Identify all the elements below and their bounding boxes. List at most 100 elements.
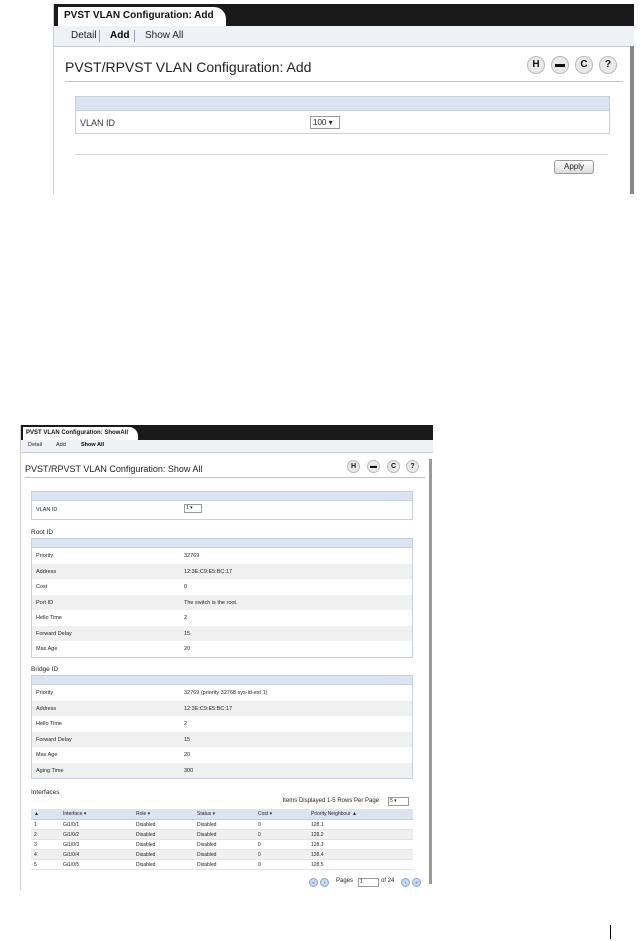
row-value: The switch is the root. xyxy=(184,599,238,606)
nav-detail[interactable]: Detail xyxy=(28,442,42,448)
cell: 0 xyxy=(255,839,308,850)
root-row-hello-time: Hello Time 2 xyxy=(32,610,412,626)
cell: 3 xyxy=(31,839,60,850)
cell: 0 xyxy=(255,819,308,830)
col-priority-neighbour[interactable]: Priority.Neighbour ▲ xyxy=(308,809,413,820)
refresh-icon[interactable]: C xyxy=(575,56,593,74)
bridge-id-box: Priority 32769 (priority 32768 sys-id-ext… xyxy=(31,675,413,779)
help-icon[interactable]: ? xyxy=(406,460,419,473)
sub-nav: Detail Add Show All xyxy=(21,440,433,453)
row-key: Forward Delay xyxy=(36,736,72,743)
table-row[interactable]: 2 Gi1/0/2 Disabled Disabled 0 128.2 xyxy=(31,829,413,840)
help-icon[interactable]: ? xyxy=(599,56,617,74)
scrollbar[interactable] xyxy=(630,46,634,194)
table-row[interactable]: 5 Gi1/0/5 Disabled Disabled 0 128.5 xyxy=(31,859,413,870)
bridge-row-priority: Priority 32769 (priority 32768 sys-id-ext… xyxy=(32,685,412,701)
row-value: 2 xyxy=(184,721,188,727)
title-divider xyxy=(25,477,425,478)
box-header xyxy=(32,676,412,685)
row-value: 0 xyxy=(184,584,188,590)
cell: Gi1/0/1 xyxy=(60,819,133,830)
nav-show-all[interactable]: Show All xyxy=(81,442,104,448)
cell: 128.1 xyxy=(308,819,413,830)
nav-divider xyxy=(99,30,100,42)
page-title: PVST/RPVST VLAN Configuration: Add xyxy=(65,59,312,75)
table-row[interactable]: 3 Gi1/0/3 Disabled Disabled 0 128.3 xyxy=(31,839,413,850)
vlan-id-select[interactable]: 100 ▾ xyxy=(310,116,340,129)
col-role[interactable]: Role ▾ xyxy=(133,809,194,820)
cell: Disabled xyxy=(194,829,255,840)
print-icon[interactable]: ▬ xyxy=(551,56,569,74)
save-icon[interactable]: H xyxy=(347,460,360,473)
row-key: Priority xyxy=(36,553,54,559)
pages-label: Pages xyxy=(336,878,354,884)
page-input[interactable]: 1 xyxy=(358,878,379,887)
print-icon[interactable]: ▬ xyxy=(367,460,380,473)
row-key: Hello Time xyxy=(36,721,62,727)
add-panel: PVST VLAN Configuration: Add Detail Add … xyxy=(53,4,634,194)
col-status[interactable]: Status ▾ xyxy=(194,809,255,820)
cell: 0 xyxy=(255,859,308,870)
first-page-icon[interactable]: « xyxy=(309,878,318,887)
root-row-priority: Priority 32769 xyxy=(32,548,412,564)
cell: 4 xyxy=(31,849,60,860)
tab-title: PVST VLAN Configuration: ShowAll xyxy=(23,427,138,440)
interfaces-table: ▲ Interface ▾ Role ▾ Status ▾ Cost ▾ Pri… xyxy=(31,809,413,870)
root-row-cost: Cost 0 xyxy=(32,579,412,595)
bridge-row-hello-time: Hello Time 2 xyxy=(32,716,412,732)
nav-detail[interactable]: Detail xyxy=(71,30,97,41)
nav-add[interactable]: Add xyxy=(56,442,66,448)
cell: Disabled xyxy=(194,849,255,860)
row-value: 300 xyxy=(184,767,194,774)
cell: Gi1/0/2 xyxy=(60,829,133,840)
root-row-forward-delay: Forward Delay 15 xyxy=(32,625,412,641)
items-bar: Items Displayed 1-5 Rows Per Page 5 ▾ xyxy=(31,797,411,807)
last-page-icon[interactable]: » xyxy=(412,878,421,887)
cell: Gi1/0/5 xyxy=(60,859,133,870)
cell: 5 xyxy=(31,859,60,870)
table-row[interactable]: 1 Gi1/0/1 Disabled Disabled 0 128.1 xyxy=(31,819,413,830)
box-header xyxy=(32,492,412,501)
apply-button[interactable]: Apply xyxy=(554,160,594,174)
nav-show-all[interactable]: Show All xyxy=(145,30,183,41)
cell: 128.2 xyxy=(308,829,413,840)
vlan-box: VLAN ID 1 ▾ xyxy=(31,491,413,520)
cell: 1 xyxy=(31,819,60,830)
bridge-id-title: Bridge ID xyxy=(31,666,59,673)
nav-add[interactable]: Add xyxy=(110,30,129,41)
row-key: Max Age xyxy=(36,646,58,652)
next-page-icon[interactable]: › xyxy=(401,878,410,887)
prev-page-icon[interactable]: ‹ xyxy=(320,878,329,887)
table-header: ▲ Interface ▾ Role ▾ Status ▾ Cost ▾ Pri… xyxy=(31,809,413,820)
col-interface[interactable]: Interface ▾ xyxy=(60,809,133,820)
vlan-box: VLAN ID 100 ▾ xyxy=(75,96,610,134)
vlan-id-select[interactable]: 1 ▾ xyxy=(184,504,202,513)
save-icon[interactable]: H xyxy=(527,56,545,74)
cell: Gi1/0/4 xyxy=(60,849,133,860)
row-key: Port ID xyxy=(36,599,54,606)
cell: Disabled xyxy=(133,859,194,870)
bridge-row-max-age: Max Age 20 xyxy=(32,747,412,763)
bridge-row-forward-delay: Forward Delay 15 xyxy=(32,731,412,747)
col-cost[interactable]: Cost ▾ xyxy=(255,809,308,820)
row-key: Address xyxy=(36,705,57,712)
scrollbar[interactable] xyxy=(429,459,432,884)
page-total: of 24 xyxy=(381,878,395,884)
cell: 128.5 xyxy=(308,859,413,870)
cell: Disabled xyxy=(133,849,194,860)
cell: Disabled xyxy=(133,819,194,830)
box-header xyxy=(76,97,609,111)
rows-per-page-select[interactable]: 5 ▾ xyxy=(388,797,409,806)
row-key: Forward Delay xyxy=(36,630,72,637)
root-id-title: Root ID xyxy=(31,529,54,536)
cell: 0 xyxy=(255,829,308,840)
refresh-icon[interactable]: C xyxy=(387,460,400,473)
vlan-row: VLAN ID 1 ▾ xyxy=(32,501,412,519)
col-index[interactable]: ▲ xyxy=(31,809,60,820)
row-key: Max Age xyxy=(36,752,58,758)
row-value: 15 xyxy=(184,736,191,743)
table-row[interactable]: 4 Gi1/0/4 Disabled Disabled 0 128.4 xyxy=(31,849,413,860)
root-id-box: Priority 32769 Address 12:3E:C9:E5:BC:17 C… xyxy=(31,538,413,658)
row-value: 32769 xyxy=(184,553,200,559)
cell: Disabled xyxy=(194,839,255,850)
